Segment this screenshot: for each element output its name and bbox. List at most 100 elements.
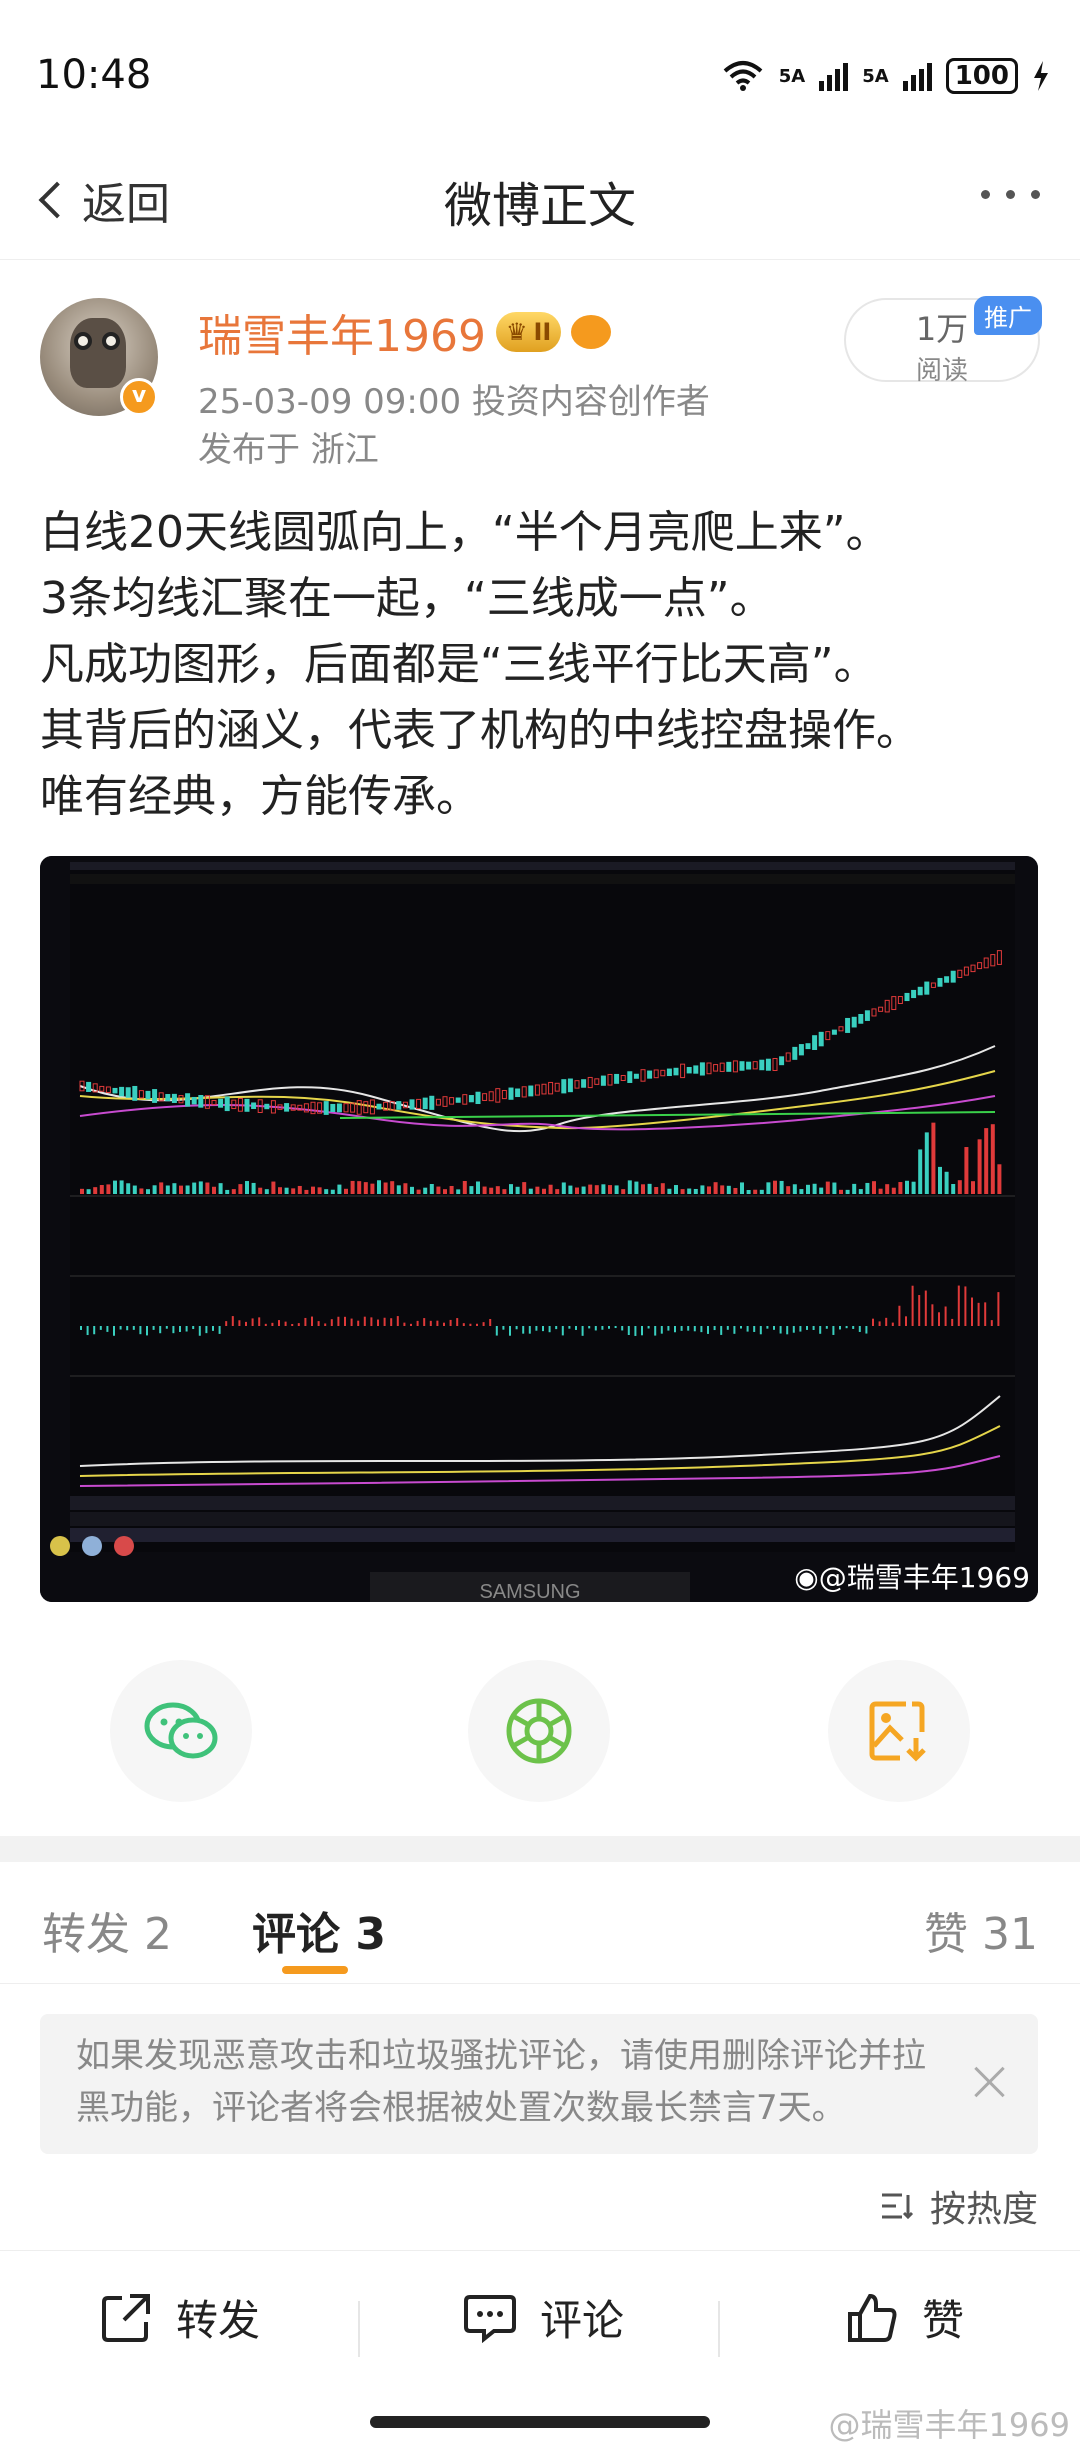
comment-notice: 如果发现恶意攻击和垃圾骚扰评论，请使用删除评论并拉黑功能，评论者将会根据被处置次…	[40, 2014, 1038, 2154]
macd-bar	[436, 1320, 439, 1326]
volume-bar	[416, 1189, 421, 1194]
macd-bar	[753, 1326, 756, 1332]
like-button[interactable]: 赞	[846, 2287, 964, 2348]
volume-bar	[898, 1182, 903, 1194]
candle	[673, 1067, 679, 1076]
candle	[792, 1046, 798, 1060]
candle	[845, 1017, 851, 1033]
save-image-button[interactable]	[828, 1660, 970, 1802]
volume-bar	[390, 1181, 395, 1194]
volume-bar	[819, 1187, 824, 1194]
candle	[831, 1029, 837, 1035]
volume-bar	[713, 1182, 718, 1194]
tab-comment[interactable]: 评论 3	[252, 1898, 386, 1962]
volume-bar	[370, 1183, 375, 1194]
stock-chart-photo: SAMSUNG	[40, 856, 1038, 1602]
candle	[904, 992, 910, 1002]
candle	[779, 1056, 785, 1066]
candle	[937, 977, 943, 987]
volume-bar	[621, 1189, 626, 1194]
macd-bar	[218, 1326, 221, 1334]
post-line: 白线20天线圆弧向上，“半个月亮爬上来”。	[40, 507, 890, 558]
macd-bar	[779, 1326, 782, 1334]
macd-bar	[264, 1323, 267, 1326]
macd-bar	[113, 1326, 115, 1336]
candle	[455, 1097, 461, 1103]
candle	[917, 986, 923, 996]
macd-bar	[535, 1326, 538, 1331]
volume-bar	[231, 1189, 236, 1194]
volume-bar	[284, 1187, 289, 1194]
candle	[647, 1070, 653, 1079]
volume-bar	[337, 1184, 342, 1194]
macd-bar	[350, 1318, 353, 1326]
close-icon[interactable]	[972, 2064, 1008, 2100]
interaction-tabs: 转发 2 评论 3 赞 31	[0, 1862, 1080, 1984]
volume-bar	[687, 1188, 692, 1194]
macd-bar	[429, 1320, 432, 1326]
more-options-button[interactable]	[981, 190, 1040, 199]
volume-bar	[502, 1189, 507, 1194]
monitor-brand: SAMSUNG	[479, 1581, 580, 1602]
macd-bar	[212, 1326, 214, 1331]
volume-bar	[839, 1189, 843, 1194]
comment-icon	[464, 2294, 516, 2343]
member-crown-icon: ♛ II	[495, 312, 562, 352]
macd-bar	[330, 1319, 333, 1326]
author-name[interactable]: 瑞雪丰年1969	[198, 300, 486, 364]
candle	[666, 1068, 672, 1077]
author-name-row[interactable]: 瑞雪丰年1969 ♛ II	[198, 300, 612, 364]
volume-bar	[423, 1187, 428, 1194]
macd-bar	[462, 1323, 465, 1326]
volume-bar	[799, 1189, 804, 1194]
repost-button[interactable]: 转发	[100, 2287, 260, 2348]
candle	[119, 1086, 125, 1097]
macd-bar	[726, 1326, 729, 1330]
candle	[693, 1065, 699, 1074]
candle	[376, 1103, 382, 1110]
volume-bar	[944, 1171, 949, 1194]
candle	[198, 1095, 204, 1108]
share-moments-button[interactable]	[468, 1660, 610, 1802]
volume-bar	[773, 1180, 777, 1194]
candle	[396, 1101, 402, 1110]
post-image[interactable]: SAMSUNG ◉@瑞雪丰年1969	[40, 856, 1038, 1602]
home-indicator[interactable]	[370, 2416, 710, 2428]
candle	[251, 1102, 257, 1110]
candle	[858, 1013, 864, 1024]
promote-button[interactable]: 推广	[974, 296, 1042, 335]
macd-bar	[159, 1326, 162, 1334]
macd-bar	[654, 1326, 657, 1336]
volume-bar	[832, 1182, 837, 1194]
macd-bar	[476, 1323, 478, 1326]
macd-bar	[707, 1326, 709, 1334]
macd-bar	[132, 1326, 135, 1330]
top-nav: 返回 微博正文	[0, 150, 1080, 260]
macd-bar	[482, 1322, 485, 1326]
volume-bar	[542, 1188, 546, 1194]
macd-bar	[568, 1326, 571, 1329]
comment-button[interactable]: 评论	[464, 2287, 624, 2348]
volume-bar	[456, 1189, 461, 1194]
macd-bar	[924, 1290, 927, 1326]
sort-button[interactable]: 按热度	[880, 2180, 1038, 2232]
macd-bar	[198, 1326, 201, 1336]
candle	[171, 1093, 177, 1103]
macd-bar	[284, 1321, 287, 1326]
volume-bar	[251, 1182, 256, 1194]
candle	[508, 1087, 514, 1100]
battery-icon: 100	[945, 58, 1018, 94]
post-meta: 25-03-09 09:00 投资内容创作者	[198, 382, 710, 422]
share-wechat-button[interactable]	[110, 1660, 252, 1802]
candle	[851, 1016, 857, 1028]
macd-bar	[990, 1320, 993, 1326]
tab-like[interactable]: 赞 31	[924, 1898, 1038, 1962]
candle	[759, 1059, 765, 1071]
share-actions	[0, 1660, 1080, 1810]
macd-bar	[660, 1326, 663, 1334]
tab-repost[interactable]: 转发 2	[42, 1898, 172, 1962]
member-level: II	[533, 318, 552, 346]
candle	[112, 1087, 118, 1094]
volume-bar	[489, 1187, 494, 1194]
volume-bar	[905, 1180, 909, 1194]
